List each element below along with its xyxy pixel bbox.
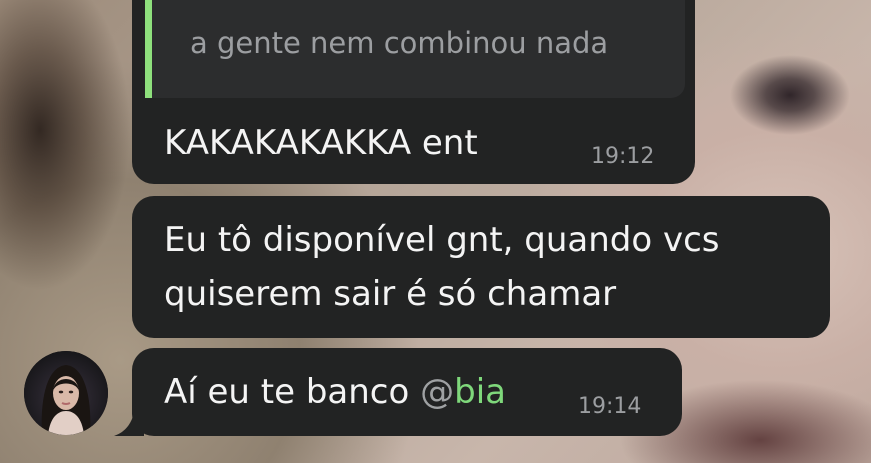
user-avatar-icon <box>24 351 108 435</box>
message-timestamp: 19:12 <box>591 144 655 169</box>
message-text: KAKAKAKAKKA ent <box>164 123 478 163</box>
message-bubble-1[interactable]: a gente nem combinou nada KAKAKAKAKKA en… <box>132 0 695 184</box>
message-text-line-2: quiserem sair é só chamar <box>164 274 617 314</box>
reply-preview-text: a gente nem combinou nada <box>190 26 609 60</box>
reply-preview[interactable]: a gente nem combinou nada <box>145 0 685 98</box>
message-bubble-3[interactable]: Aí eu te banco @bia 19:14 <box>132 348 682 436</box>
bubble-tail-icon <box>114 402 144 436</box>
message-text-prefix: Aí eu te banco <box>164 372 421 412</box>
user-mention[interactable]: @bia <box>420 372 506 412</box>
message-text-line-1: Eu tô disponível gnt, quando vcs <box>164 220 720 260</box>
avatar[interactable] <box>24 351 108 435</box>
message-text: Aí eu te banco @bia <box>164 362 506 422</box>
mention-username: bia <box>454 372 506 412</box>
mention-at-symbol: @ <box>420 372 455 412</box>
message-bubble-2[interactable]: Eu tô disponível gnt, quando vcs quisere… <box>132 196 830 338</box>
message-timestamp: 19:14 <box>578 394 642 419</box>
